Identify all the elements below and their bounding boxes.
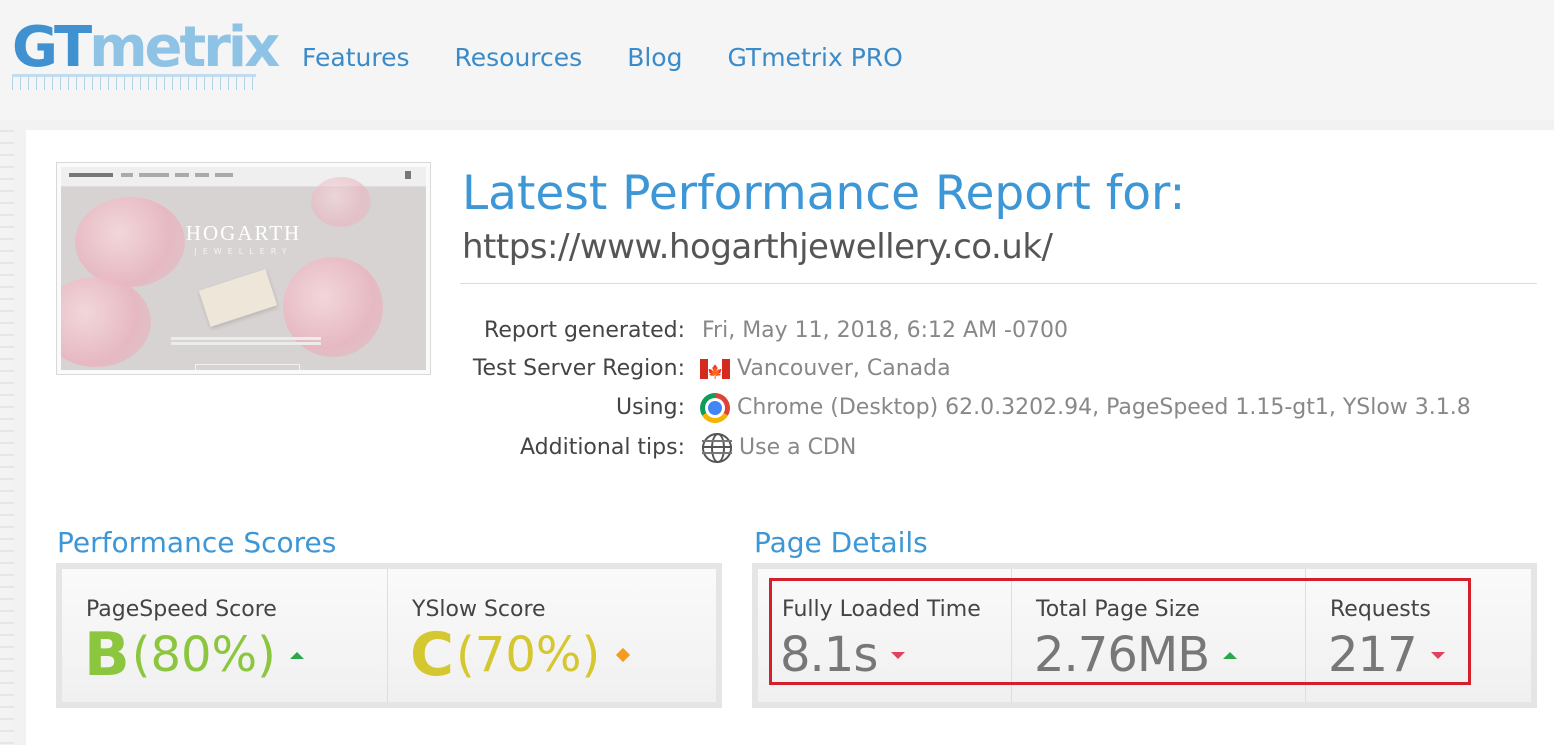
divider [460, 283, 1537, 284]
canada-flag-icon [700, 357, 730, 389]
trend-up-icon [289, 651, 304, 659]
logo-gt: GT [12, 15, 92, 80]
info-row-additional-tips: Additional tips: Use a CDN [460, 432, 1540, 464]
thumbnail-text-lines [171, 337, 321, 340]
trend-neutral-icon [616, 647, 631, 663]
globe-icon [702, 433, 732, 463]
pagespeed-grade: B [84, 620, 130, 690]
flower-image [283, 257, 383, 357]
header: GTmetrix Features Resources Blog GTmetri… [0, 0, 1554, 120]
flower-image [61, 277, 151, 367]
info-row-report-generated: Report generated: Fri, May 11, 2018, 6:1… [460, 315, 1540, 347]
nav-features[interactable]: Features [302, 40, 410, 76]
info-row-using: Using: Chrome (Desktop) 62.0.3202.94, Pa… [460, 392, 1540, 424]
info-value: Vancouver, Canada [737, 356, 951, 381]
info-value: Fri, May 11, 2018, 6:12 AM -0700 [702, 318, 1068, 343]
report-title: Latest Performance Report for: [462, 166, 1186, 221]
nav-resources[interactable]: Resources [455, 40, 583, 76]
yslow-score-cell[interactable]: YSlow Score C (70%) [388, 569, 716, 702]
main-nav: Features Resources Blog GTmetrix PRO [302, 40, 948, 76]
cdn-tip-link[interactable]: Use a CDN [739, 432, 856, 464]
gtmetrix-logo[interactable]: GTmetrix [12, 14, 280, 94]
performance-scores-box: PageSpeed Score B (80%) YSlow Score C (7… [56, 563, 722, 708]
pagespeed-score-cell[interactable]: PageSpeed Score B (80%) [62, 569, 388, 702]
thumbnail-topbar [61, 167, 426, 187]
pagespeed-percent: (80%) [131, 627, 276, 683]
site-screenshot-thumbnail[interactable]: HOGARTH JEWELLERY [56, 162, 431, 375]
thumbnail-button [195, 364, 300, 370]
logo-ruler-graphic [12, 74, 256, 90]
nav-blog[interactable]: Blog [627, 40, 682, 76]
performance-scores-title: Performance Scores [57, 526, 337, 559]
chrome-icon [700, 393, 730, 423]
highlight-annotation-box [769, 578, 1471, 685]
thumbnail-subtitle: JEWELLERY [194, 247, 293, 256]
yslow-percent: (70%) [456, 627, 601, 683]
info-label: Test Server Region: [472, 356, 685, 381]
report-url: https://www.hogarthjewellery.co.uk/ [462, 227, 1053, 267]
info-label: Additional tips: [519, 435, 685, 460]
left-ruler-strip [0, 130, 14, 745]
flower-image [311, 177, 371, 227]
thumbnail-brand: HOGARTH [185, 221, 302, 245]
info-row-test-server-region: Test Server Region: Vancouver, Canada [460, 353, 1540, 389]
logo-metrix: metrix [89, 15, 280, 80]
page-details-title: Page Details [754, 526, 928, 559]
info-label: Report generated: [484, 318, 685, 343]
info-value: Chrome (Desktop) 62.0.3202.94, PageSpeed… [737, 395, 1471, 420]
nav-gtmetrix-pro[interactable]: GTmetrix PRO [727, 40, 902, 76]
info-label: Using: [616, 395, 685, 420]
yslow-grade: C [410, 620, 454, 690]
thumbnail-card [198, 269, 278, 327]
